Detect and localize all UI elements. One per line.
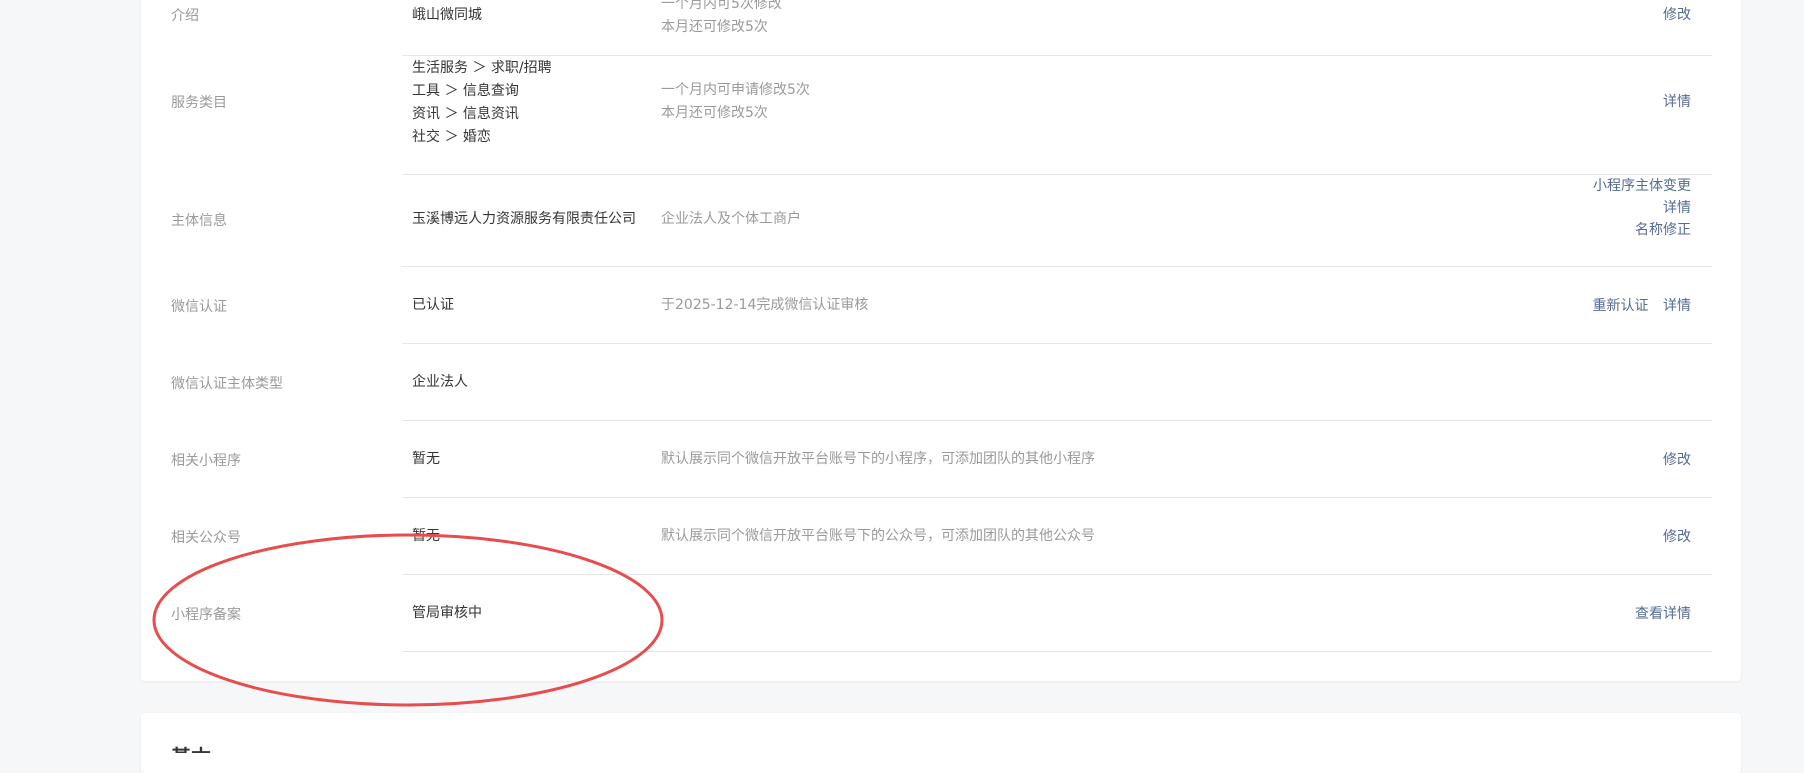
view-filing-details-link[interactable]: 查看详情: [1635, 606, 1691, 622]
row-desc-service-category: 一个月内可申请修改5次 本月还可修改5次: [661, 79, 810, 125]
row-ops-service-category: 详情: [1663, 91, 1691, 113]
category-item: 工具 ＞ 信息查询: [412, 83, 519, 99]
filing-status: 管局审核中: [412, 605, 482, 621]
desc-line: 默认展示同个微信开放平台账号下的公众号，可添加团队的其他公众号: [661, 528, 1095, 544]
row-ops-wechat-verification: 重新认证 详情: [1593, 295, 1691, 317]
desc-line: 本月还可修改5次: [661, 105, 768, 121]
edit-related-official-accounts-link[interactable]: 修改: [1663, 529, 1691, 545]
edit-introduction-link[interactable]: 修改: [1663, 7, 1691, 23]
basic-info-card: 基本: [141, 713, 1741, 773]
row-ops-introduction: 修改: [1663, 4, 1691, 26]
category-item: 生活服务 ＞ 求职/招聘: [412, 60, 552, 76]
row-label-related-miniprograms: 相关小程序: [171, 453, 241, 469]
verification-status: 已认证: [412, 297, 454, 313]
section-title: 基本: [171, 741, 211, 753]
category-item: 资讯 ＞ 信息资讯: [412, 106, 519, 122]
row-value-entity-info: 玉溪博远人力资源服务有限责任公司: [412, 208, 652, 231]
reverify-link[interactable]: 重新认证: [1593, 298, 1649, 314]
desc-line: 于2025-12-14完成微信认证审核: [661, 297, 869, 313]
related-official-accounts-value: 暂无: [412, 528, 440, 544]
row-miniprogram-filing: 小程序备案 管局审核中 查看详情: [141, 575, 1741, 651]
related-miniprograms-value: 暂无: [412, 451, 440, 467]
desc-line: 本月还可修改5次: [661, 19, 768, 35]
entity-type-value: 企业法人: [412, 374, 468, 390]
row-ops-miniprogram-filing: 查看详情: [1635, 603, 1691, 625]
verification-details-link[interactable]: 详情: [1663, 298, 1691, 314]
row-value-wechat-verification: 已认证: [412, 294, 652, 317]
row-label-miniprogram-filing: 小程序备案: [171, 607, 241, 623]
row-ops-related-miniprograms: 修改: [1663, 449, 1691, 471]
entity-details-link[interactable]: 详情: [1593, 197, 1691, 219]
row-desc-related-official-accounts: 默认展示同个微信开放平台账号下的公众号，可添加团队的其他公众号: [661, 525, 1095, 548]
row-value-related-official-accounts: 暂无: [412, 525, 652, 548]
introduction-value: 峨山微同城: [412, 7, 482, 23]
row-value-verification-entity-type: 企业法人: [412, 371, 652, 394]
row-label-wechat-verification: 微信认证: [171, 299, 227, 315]
entity-name: 玉溪博远人力资源服务有限责任公司: [412, 211, 636, 227]
row-ops-entity-info: 小程序主体变更 详情 名称修正: [1593, 175, 1691, 241]
row-label-entity-info: 主体信息: [171, 213, 227, 229]
row-value-related-miniprograms: 暂无: [412, 448, 652, 471]
row-service-category: 服务类目 生活服务 ＞ 求职/招聘 工具 ＞ 信息查询 资讯 ＞ 信息资讯 社交…: [141, 56, 1741, 174]
desc-line: 一个月内可5次修改: [661, 0, 782, 12]
row-entity-info: 主体信息 玉溪博远人力资源服务有限责任公司 企业法人及个体工商户 小程序主体变更…: [141, 175, 1741, 266]
row-value-service-category: 生活服务 ＞ 求职/招聘 工具 ＞ 信息查询 资讯 ＞ 信息资讯 社交 ＞ 婚恋: [412, 57, 652, 149]
edit-related-miniprograms-link[interactable]: 修改: [1663, 452, 1691, 468]
row-label-related-official-accounts: 相关公众号: [171, 530, 241, 546]
row-label-verification-entity-type: 微信认证主体类型: [171, 376, 283, 392]
name-correction-link[interactable]: 名称修正: [1593, 219, 1691, 241]
desc-line: 默认展示同个微信开放平台账号下的小程序，可添加团队的其他小程序: [661, 451, 1095, 467]
desc-line: 企业法人及个体工商户: [661, 211, 801, 227]
row-desc-introduction: 一个月内可5次修改 本月还可修改5次: [661, 0, 782, 39]
entity-change-link[interactable]: 小程序主体变更: [1593, 175, 1691, 197]
row-desc-entity-info: 企业法人及个体工商户: [661, 208, 801, 231]
row-value-introduction: 峨山微同城: [412, 4, 652, 27]
service-category-details-link[interactable]: 详情: [1663, 94, 1691, 110]
row-introduction: 介绍 峨山微同城 一个月内可5次修改 本月还可修改5次 修改: [141, 0, 1741, 55]
row-related-official-accounts: 相关公众号 暂无 默认展示同个微信开放平台账号下的公众号，可添加团队的其他公众号…: [141, 498, 1741, 574]
row-label-service-category: 服务类目: [171, 95, 227, 111]
desc-line: 一个月内可申请修改5次: [661, 82, 810, 98]
divider: [402, 651, 1712, 652]
row-wechat-verification: 微信认证 已认证 于2025-12-14完成微信认证审核 重新认证 详情: [141, 267, 1741, 343]
row-desc-related-miniprograms: 默认展示同个微信开放平台账号下的小程序，可添加团队的其他小程序: [661, 448, 1095, 471]
account-info-card: 介绍 峨山微同城 一个月内可5次修改 本月还可修改5次 修改 服务类目 生活服务…: [141, 0, 1741, 681]
row-label-introduction: 介绍: [171, 8, 199, 24]
row-desc-wechat-verification: 于2025-12-14完成微信认证审核: [661, 294, 868, 317]
row-value-miniprogram-filing: 管局审核中: [412, 602, 652, 625]
category-item: 社交 ＞ 婚恋: [412, 129, 491, 145]
row-ops-related-official-accounts: 修改: [1663, 526, 1691, 548]
row-related-miniprograms: 相关小程序 暂无 默认展示同个微信开放平台账号下的小程序，可添加团队的其他小程序…: [141, 421, 1741, 497]
row-verification-entity-type: 微信认证主体类型 企业法人: [141, 344, 1741, 420]
